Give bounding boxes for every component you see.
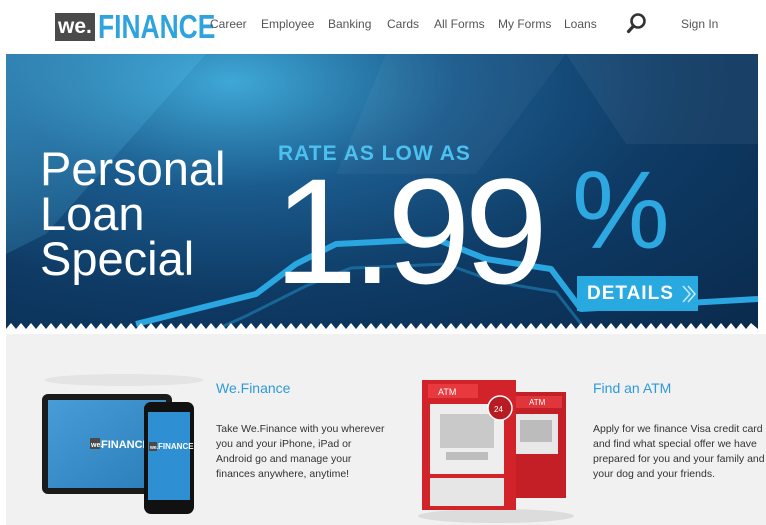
logo-finance: FINANCE xyxy=(97,8,216,45)
phone-logo-finance: FINANCE xyxy=(158,442,194,451)
nav-item-loans[interactable]: Loans xyxy=(564,17,597,31)
feature-title-find-atm[interactable]: Find an ATM xyxy=(593,380,671,396)
atm-front-label: ATM xyxy=(438,387,456,397)
details-button[interactable]: DETAILS xyxy=(577,276,698,311)
nav-item-banking[interactable]: Banking xyxy=(328,17,371,31)
nav-item-all-forms[interactable]: All Forms xyxy=(434,17,485,31)
tablet-logo-finance: FINANCE xyxy=(101,439,150,451)
logo-we: we. xyxy=(55,13,95,41)
atm-24h-badge: 24 xyxy=(494,405,503,414)
signin-link[interactable]: Sign In xyxy=(681,17,718,31)
search-icon[interactable] xyxy=(626,12,648,34)
feature-text-find-atm: Apply for we finance Visa credit card an… xyxy=(593,423,765,480)
mobile-devices-image[interactable]: we. FINANCE we. FINANCE xyxy=(34,372,204,522)
nav-item-cards[interactable]: Cards xyxy=(387,17,419,31)
details-button-label: DETAILS xyxy=(587,282,674,304)
chevron-right-icon xyxy=(682,284,696,303)
hero-title: Personal Loan Special xyxy=(40,142,226,285)
hero-title-line1: Personal xyxy=(40,142,226,195)
nav-item-my-forms[interactable]: My Forms xyxy=(498,17,551,31)
nav-item-career[interactable]: Career xyxy=(210,17,247,31)
hero-title-line3: Special xyxy=(40,232,195,285)
features-section: we. FINANCE we. FINANCE We.Finance Take … xyxy=(6,334,766,525)
atm-image[interactable]: ATM ATM 24 xyxy=(416,374,581,524)
nav-item-employee[interactable]: Employee xyxy=(261,17,314,31)
site-header: we. FINANCE Career Employee Banking Card… xyxy=(0,0,766,54)
rate-value: 1.99 xyxy=(274,147,548,315)
rate-percent-sign: % xyxy=(572,149,670,272)
feature-text-wefinance: Take We.Finance with you wherever you an… xyxy=(216,423,385,480)
atm-back-label: ATM xyxy=(529,398,546,407)
feature-title-wefinance[interactable]: We.Finance xyxy=(216,380,290,396)
hero-title-line2: Loan xyxy=(40,187,145,240)
hero-banner[interactable]: Personal Loan Special RATE AS LOW AS 1.9… xyxy=(6,54,758,334)
